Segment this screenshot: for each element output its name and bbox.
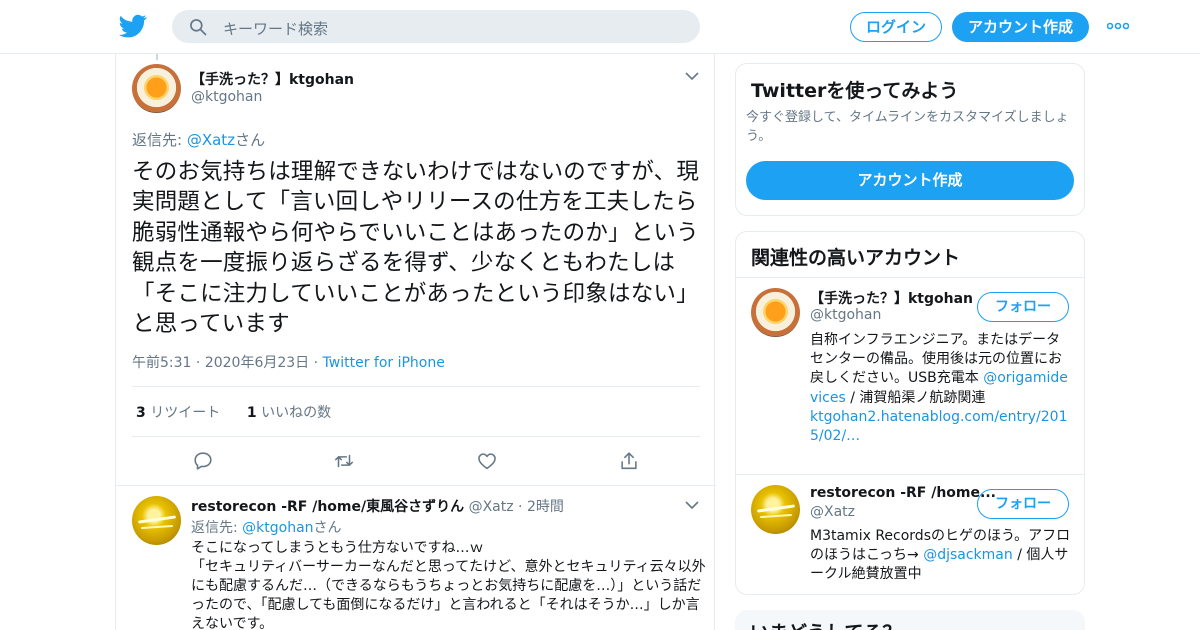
tweet-text: そのお気持ちは理解できないわけではないのですが、現実問題として「言い回しやリリー… xyxy=(132,159,700,338)
account-bio: M3tamix Recordsのヒゲのほう。アフロのほうはこっち→ @djsac… xyxy=(810,527,1072,585)
follow-button[interactable]: フォロー xyxy=(977,489,1069,519)
divider xyxy=(736,474,1084,475)
account-handle[interactable]: @ktgohan xyxy=(810,307,881,323)
tweet-stats: 3 リツイート 1 いいねの数 xyxy=(136,402,331,422)
twitter-bird-icon[interactable] xyxy=(119,12,147,40)
account-bio: 自称インフラエンジニア。またはデータセンターの備品。使用後は元の位置にお戻しくだ… xyxy=(810,331,1072,446)
retweet-label: リツイート xyxy=(150,405,221,421)
avatar[interactable] xyxy=(132,496,181,545)
tweet-time[interactable]: 午前5:31 xyxy=(132,355,191,371)
reply-to-handle-link[interactable]: @ktgohan xyxy=(242,520,313,536)
login-button[interactable]: ログイン xyxy=(850,12,942,42)
whats-happening-title: いまどうしてる？ xyxy=(750,618,901,630)
like-count: 1 xyxy=(246,405,257,421)
avatar[interactable] xyxy=(132,64,181,113)
tweet-date[interactable]: 2020年6月23日 xyxy=(205,355,309,371)
reply-timestamp[interactable]: 2時間 xyxy=(527,499,564,515)
reply-separator: · xyxy=(518,499,523,515)
reply-to: 返信先: @Xatzさん xyxy=(132,129,265,150)
signup-card-button[interactable]: アカウント作成 xyxy=(746,161,1074,200)
tweet-author-handle[interactable]: @ktgohan xyxy=(191,89,262,105)
avatar[interactable] xyxy=(751,288,800,337)
related-accounts-title: 関連性の高いアカウント xyxy=(751,247,961,269)
bio-url-link[interactable]: ktgohan2.hatenablog.com/entry/2015/02/… xyxy=(810,408,1072,446)
account-name[interactable]: restorecon -RF /home... xyxy=(810,485,996,501)
divider xyxy=(736,277,1084,278)
signup-button[interactable]: アカウント作成 xyxy=(952,12,1089,42)
related-accounts-card: 関連性の高いアカウント 【手洗った？】ktgohan @ktgohan フォロー… xyxy=(735,231,1085,595)
reply-text: そこになってしまうともう仕方ないですね…ｗ 「セキュリティバーサーカーなんだと思… xyxy=(191,539,706,630)
bio-text: / 浦賀船渠ノ航跡関連 xyxy=(845,389,986,406)
reply-text-line: そこになってしまうともう仕方ないですね…ｗ xyxy=(191,540,484,556)
reply-header: restorecon -RF /home/東風谷さずりん @Xatz · 2時間 xyxy=(191,496,564,516)
reply-to-suffix: さん xyxy=(313,520,342,536)
tweet-meta: 午前5:31 · 2020年6月23日 · Twitter for iPhone xyxy=(132,355,445,371)
reply-to-suffix: さん xyxy=(235,131,266,149)
reply-icon[interactable] xyxy=(192,450,214,472)
search-box[interactable]: キーワード検索 xyxy=(172,10,700,43)
follow-button[interactable]: フォロー xyxy=(977,292,1069,322)
chevron-down-icon[interactable] xyxy=(685,72,699,81)
whats-happening-card: いまどうしてる？ xyxy=(735,610,1085,630)
chevron-down-icon[interactable] xyxy=(685,501,699,510)
reply-author-name[interactable]: restorecon -RF /home/東風谷さずりん xyxy=(191,499,464,515)
search-icon xyxy=(190,19,207,36)
retweet-stat[interactable]: 3 リツイート xyxy=(136,405,220,421)
signup-card-description: 今すぐ登録して、タイムラインをカスタマイズしましょう。 xyxy=(746,110,1069,144)
reply-author-handle[interactable]: @Xatz xyxy=(469,499,514,515)
retweet-count: 3 xyxy=(136,405,146,421)
top-bar: キーワード検索 ログイン アカウント作成 xyxy=(0,0,1200,54)
account-name[interactable]: 【手洗った？】ktgohan xyxy=(810,288,973,308)
search-placeholder: キーワード検索 xyxy=(223,20,329,38)
thread-connector xyxy=(156,54,158,60)
tweet-actions xyxy=(116,446,716,476)
signup-card: Twitterを使ってみよう 今すぐ登録して、タイムラインをカスタマイズしましょ… xyxy=(735,63,1085,216)
reply-to: 返信先: @ktgohanさん xyxy=(191,517,342,537)
tweet-author-name[interactable]: 【手洗った？】ktgohan xyxy=(191,69,354,89)
avatar[interactable] xyxy=(751,485,800,534)
account-handle[interactable]: @Xatz xyxy=(810,504,855,520)
reply-text-line: 「セキュリティバーサーカーなんだと思ってたけど、意外とセキュリティ云々以外にも配… xyxy=(191,559,706,630)
bio-mention-link[interactable]: @djsackman xyxy=(923,547,1013,563)
divider xyxy=(132,436,700,437)
tweet-source-link[interactable]: Twitter for iPhone xyxy=(323,355,445,371)
divider xyxy=(116,485,716,486)
reply-to-handle-link[interactable]: @Xatz xyxy=(187,131,235,149)
reply-to-prefix: 返信先: xyxy=(191,520,243,536)
signup-card-title: Twitterを使ってみよう xyxy=(751,80,959,102)
reply-to-prefix: 返信先: xyxy=(132,131,187,149)
share-icon[interactable] xyxy=(618,450,640,472)
retweet-icon[interactable] xyxy=(333,450,355,472)
divider xyxy=(132,386,700,387)
more-options-icon[interactable] xyxy=(1107,22,1129,30)
like-label: いいねの数 xyxy=(261,405,332,421)
main-column: 【手洗った？】ktgohan @ktgohan 返信先: @Xatzさん そのお… xyxy=(115,54,716,630)
like-stat[interactable]: 1 いいねの数 xyxy=(247,405,331,421)
like-heart-icon[interactable] xyxy=(476,450,498,472)
